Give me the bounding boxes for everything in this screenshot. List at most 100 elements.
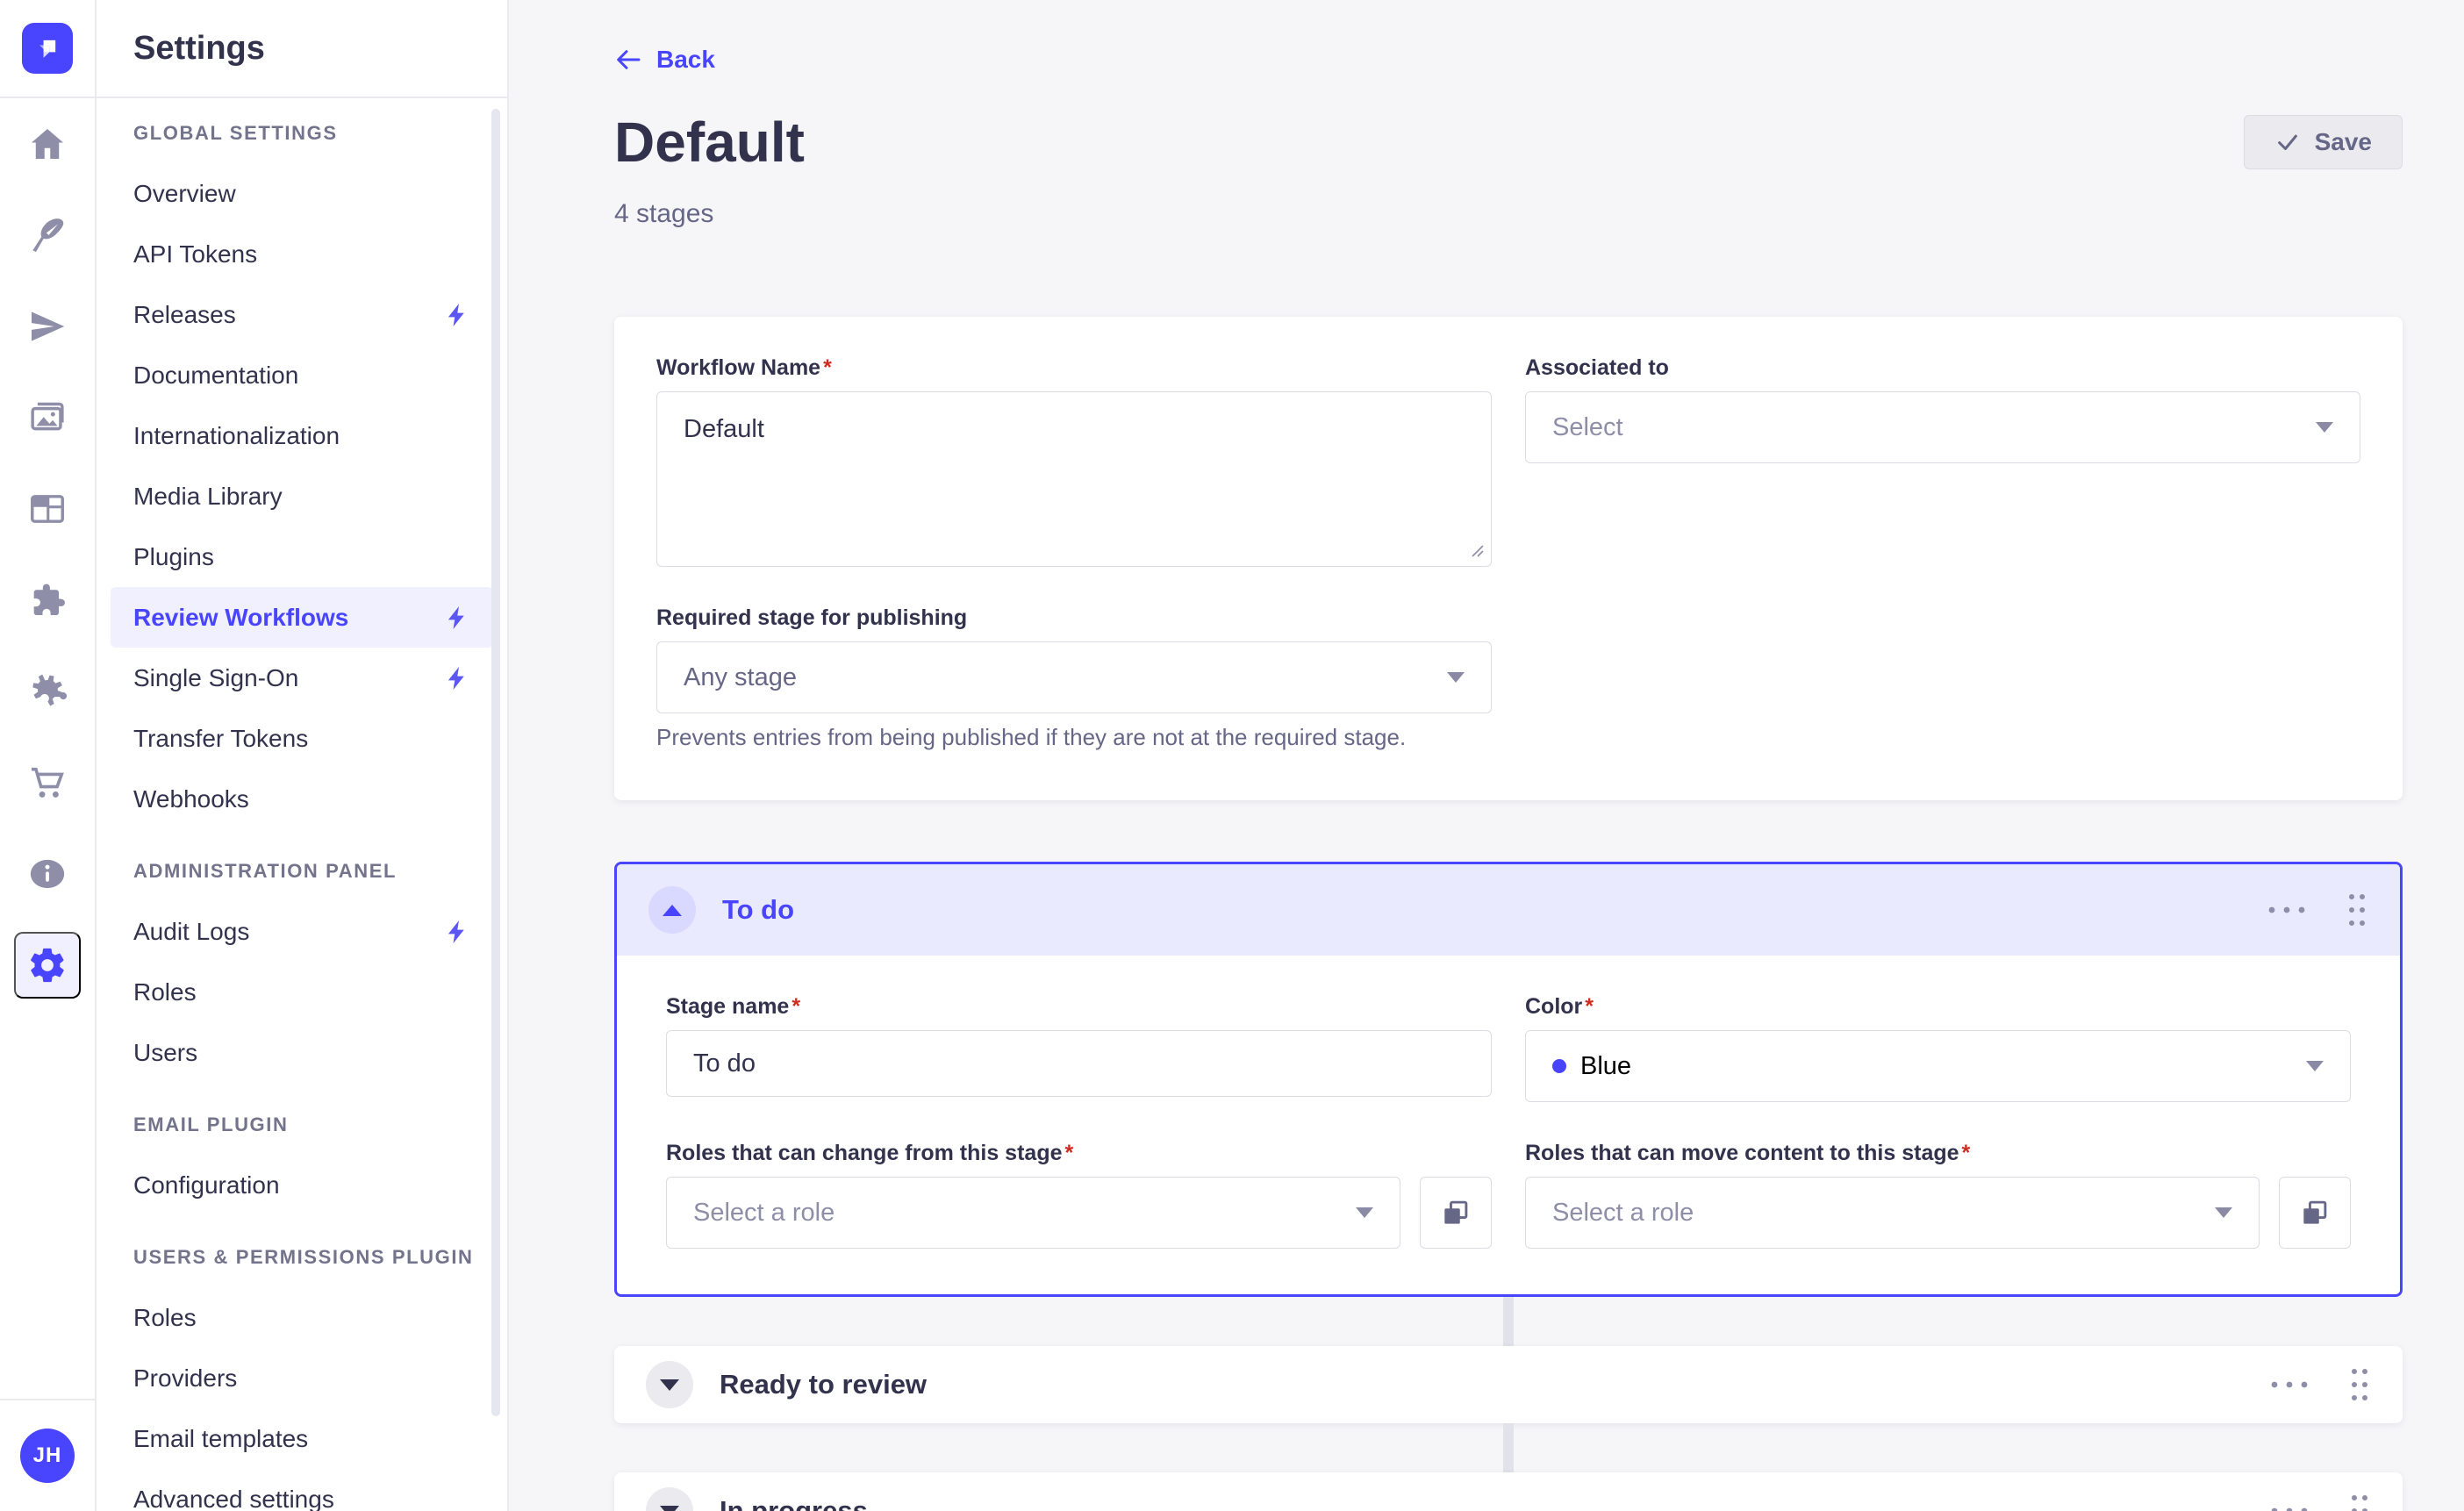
sidebar-item-configuration[interactable]: Configuration [111, 1155, 493, 1215]
roles-change-value: Select a role [693, 1199, 1356, 1228]
nav-section-administration-panel: ADMINISTRATION PANEL Audit Logs Roles Us… [97, 854, 507, 1083]
sidebar-item-label: Roles [133, 1304, 470, 1332]
stage-menu-icon[interactable] [2267, 905, 2307, 915]
resize-grip-icon[interactable] [1469, 542, 1485, 558]
roles-change-field: Roles that can change from this stage* S… [666, 1141, 1492, 1249]
sidebar-item-label: Advanced settings [133, 1486, 470, 1511]
sidebar-item-email-templates[interactable]: Email templates [111, 1408, 493, 1469]
stage-menu-icon[interactable] [2269, 1506, 2310, 1511]
subnav-scrollbar[interactable] [491, 109, 500, 1416]
required-stage-value: Any stage [684, 663, 1447, 692]
settings-gear-icon[interactable] [14, 932, 81, 999]
stage-title: Ready to review [720, 1369, 2269, 1400]
subnav-title: Settings [133, 30, 265, 68]
nav-section-global-settings: GLOBAL SETTINGS Overview API Tokens Rele… [97, 116, 507, 829]
plugin-puzzle-icon[interactable] [0, 555, 96, 646]
stage-connector [1503, 1297, 1514, 1346]
nav-section-header: ADMINISTRATION PANEL [97, 854, 507, 889]
stage-title: In progress [720, 1495, 2269, 1511]
check-icon [2274, 129, 2301, 155]
expand-stage-button[interactable] [646, 1487, 693, 1511]
roles-change-select[interactable]: Select a role [666, 1177, 1400, 1249]
sidebar-item-label: Webhooks [133, 785, 470, 813]
duplicate-icon [1439, 1196, 1472, 1229]
nav-section-email-plugin: EMAIL PLUGIN Configuration [97, 1107, 507, 1215]
sidebar-item-internationalization[interactable]: Internationalization [111, 405, 493, 466]
stage-todo-header: To do [617, 864, 2400, 956]
icon-rail: JH [0, 0, 97, 1511]
stage-color-field: Color* Blue [1525, 994, 2351, 1102]
stage-drag-handle-icon[interactable] [2348, 1365, 2371, 1404]
chevron-up-icon [663, 905, 682, 916]
stage-drag-handle-icon[interactable] [2346, 891, 2368, 929]
purchase-cart-icon[interactable] [0, 737, 96, 828]
layout-icon[interactable] [0, 463, 96, 555]
stage-todo-body: Stage name* Color* Blue [617, 956, 2400, 1294]
home-icon[interactable] [0, 98, 96, 190]
sidebar-item-single-sign-on[interactable]: Single Sign-On [111, 648, 493, 708]
collapse-stage-button[interactable] [648, 886, 696, 934]
sidebar-item-label: Transfer Tokens [133, 725, 470, 753]
nav-section-header: GLOBAL SETTINGS [97, 116, 507, 151]
required-stage-select[interactable]: Any stage [656, 641, 1492, 713]
sidebar-item-releases[interactable]: Releases [111, 284, 493, 345]
strapi-logo-glyph [31, 32, 64, 65]
stage-menu-icon[interactable] [2269, 1379, 2310, 1390]
media-library-icon[interactable] [0, 372, 96, 463]
expand-stage-button[interactable] [646, 1361, 693, 1408]
roles-move-select[interactable]: Select a role [1525, 1177, 2260, 1249]
workflow-name-input[interactable]: Default [656, 391, 1492, 567]
stage-color-value: Blue [1580, 1052, 2306, 1081]
associated-to-field: Associated to Select [1525, 355, 2360, 567]
rail-logo-area [0, 0, 95, 98]
sidebar-item-advanced-settings[interactable]: Advanced settings [111, 1469, 493, 1511]
chevron-down-icon [660, 1506, 679, 1511]
content-feather-icon[interactable] [0, 190, 96, 281]
settings-nav-list: GLOBAL SETTINGS Overview API Tokens Rele… [97, 98, 507, 1511]
sidebar-item-providers[interactable]: Providers [111, 1348, 493, 1408]
sidebar-item-audit-logs[interactable]: Audit Logs [111, 901, 493, 962]
sidebar-item-roles[interactable]: Roles [111, 1287, 493, 1348]
sidebar-item-webhooks[interactable]: Webhooks [111, 769, 493, 829]
back-arrow-icon [614, 46, 642, 74]
marketplace-puzzle-icon[interactable] [0, 646, 96, 737]
sidebar-item-media-library[interactable]: Media Library [111, 466, 493, 526]
save-button[interactable]: Save [2244, 115, 2403, 169]
info-icon[interactable] [0, 828, 96, 920]
back-link[interactable]: Back [614, 46, 715, 74]
page-subtitle: 4 stages [614, 199, 2403, 229]
paper-plane-icon[interactable] [0, 281, 96, 372]
user-avatar[interactable]: JH [20, 1429, 75, 1483]
stage-drag-handle-icon[interactable] [2348, 1492, 2371, 1511]
workflow-name-field: Workflow Name* Default [656, 355, 1492, 567]
stage-card-in-progress: In progress [614, 1472, 2403, 1511]
sidebar-item-plugins[interactable]: Plugins [111, 526, 493, 587]
page-title: Default [614, 110, 805, 175]
duplicate-roles-button[interactable] [2279, 1177, 2351, 1249]
sidebar-item-overview[interactable]: Overview [111, 163, 493, 224]
sidebar-item-roles[interactable]: Roles [111, 962, 493, 1022]
stage-actions [2269, 1365, 2371, 1404]
lightning-icon [444, 919, 470, 945]
lightning-icon [444, 302, 470, 328]
sidebar-item-label: Overview [133, 180, 470, 208]
sidebar-item-documentation[interactable]: Documentation [111, 345, 493, 405]
required-marker: * [823, 355, 832, 380]
sidebar-item-api-tokens[interactable]: API Tokens [111, 224, 493, 284]
strapi-logo[interactable] [22, 23, 73, 74]
chevron-down-icon [2215, 1207, 2232, 1218]
nav-section-users-permissions-plugin: USERS & PERMISSIONS PLUGIN Roles Provide… [97, 1240, 507, 1511]
sidebar-item-label: Roles [133, 978, 470, 1006]
lightning-icon [444, 665, 470, 691]
sidebar-item-label: Plugins [133, 543, 470, 571]
duplicate-roles-button[interactable] [1420, 1177, 1492, 1249]
required-stage-label: Required stage for publishing [656, 605, 1492, 631]
stage-color-select[interactable]: Blue [1525, 1030, 2351, 1102]
workflow-form-card: Workflow Name* Default Associated to Sel… [614, 317, 2403, 800]
sidebar-item-review-workflows[interactable]: Review Workflows [111, 587, 493, 648]
gear-glyph [27, 945, 68, 985]
associated-to-select[interactable]: Select [1525, 391, 2360, 463]
sidebar-item-users[interactable]: Users [111, 1022, 493, 1083]
stage-name-input[interactable] [666, 1030, 1492, 1097]
sidebar-item-transfer-tokens[interactable]: Transfer Tokens [111, 708, 493, 769]
